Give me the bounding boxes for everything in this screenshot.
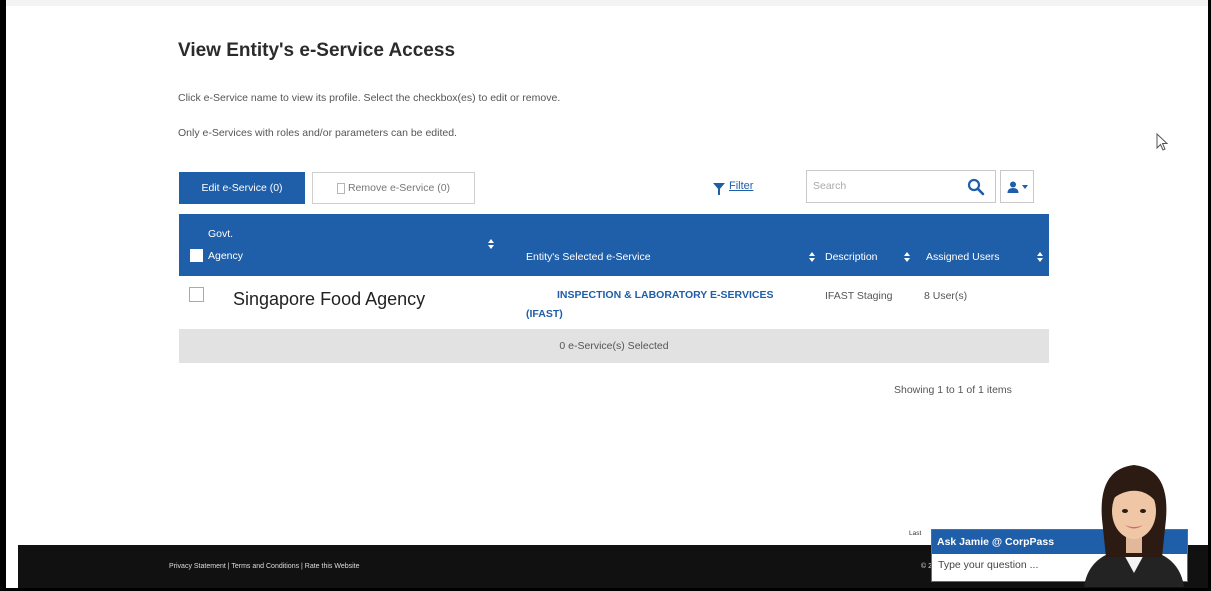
pagination-info: Showing 1 to 1 of 1 items [894,384,1012,396]
sort-icon[interactable] [904,252,910,262]
sort-icon[interactable] [1037,252,1043,262]
agency-name: Singapore Food Agency [233,289,426,309]
window-left-border [0,0,6,591]
user-menu-button[interactable] [1000,170,1034,203]
chat-assistant-avatar [1084,465,1184,587]
footer-links[interactable]: Privacy Statement | Terms and Conditions… [169,563,360,570]
remove-eservice-button[interactable]: Remove e-Service (0) [312,172,475,204]
row-checkbox[interactable] [189,287,204,302]
filter-link[interactable]: Filter [713,180,754,195]
search-input[interactable] [811,179,955,193]
table-row: Singapore Food Agency INSPECTION & LABOR… [179,276,1049,329]
column-header-assigned-users[interactable]: Assigned Users [926,251,1000,263]
filter-label: Filter [729,180,754,192]
sort-icon[interactable] [488,239,494,249]
user-icon [1007,181,1018,193]
assigned-users-cell: 8 User(s) [924,290,968,302]
remove-eservice-label: Remove e-Service (0) [347,182,451,194]
column-header-agency-line1: Govt. [208,228,234,240]
sort-icon[interactable] [809,252,815,262]
last-updated-fragment: Last [909,530,922,537]
search-icon[interactable] [967,178,985,196]
page-title: View Entity's e-Service Access [178,40,456,61]
mouse-cursor-icon [1156,133,1169,151]
trash-icon [336,182,345,194]
filter-icon [713,182,725,195]
table-header: Govt. Agency Entity's Selected e-Service… [179,214,1049,276]
column-header-agency-line2: Agency [208,250,244,262]
column-header-description[interactable]: Description [825,251,878,263]
selection-summary-bar: 0 e-Service(s) Selected [179,329,1049,363]
edit-eservice-label: Edit e-Service (0) [201,182,283,194]
window-top-strip [0,0,1211,6]
select-all-checkbox[interactable] [190,249,203,262]
column-header-eservice[interactable]: Entity's Selected e-Service [526,251,651,263]
edit-note-text: Only e-Services with roles and/or parame… [178,127,457,139]
selection-summary: 0 e-Service(s) Selected [559,340,669,352]
chevron-down-icon [1021,184,1028,189]
chat-input[interactable] [936,558,1090,572]
instruction-text: Click e-Service name to view its profile… [178,92,561,104]
description-cell: IFAST Staging [825,290,893,302]
search-box [806,170,996,203]
eservice-link[interactable]: INSPECTION & LABORATORY E-SERVICES (IFAS… [526,286,811,324]
edit-eservice-button[interactable]: Edit e-Service (0) [179,172,305,204]
